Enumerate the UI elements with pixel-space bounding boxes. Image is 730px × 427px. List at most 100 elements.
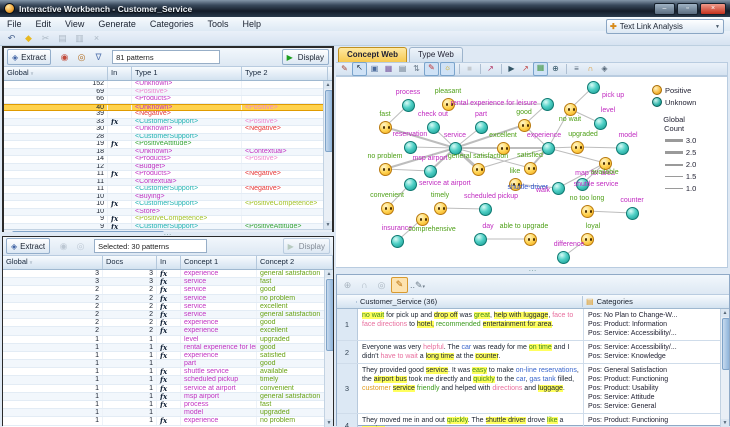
- table-row[interactable]: 10<Buying>: [4, 194, 332, 202]
- tab-type-web[interactable]: Type Web: [409, 47, 463, 62]
- close-button[interactable]: ×: [700, 3, 726, 15]
- concept-web-canvas[interactable]: PositiveUnknown Global Count 3.02.52.01.…: [336, 76, 728, 268]
- edit-mode-icon[interactable]: ✎: [338, 63, 351, 75]
- column-header-type-1[interactable]: Type 1: [132, 67, 242, 80]
- menu-categories[interactable]: Categories: [143, 17, 201, 31]
- scroll-thumb[interactable]: [325, 90, 332, 152]
- web-node-good[interactable]: [518, 119, 531, 132]
- web-node-able-upgrade[interactable]: [524, 233, 537, 246]
- scroll-up-arrow[interactable]: ▲: [324, 81, 332, 89]
- document-row[interactable]: 1no wait for pick up and drop off was gr…: [337, 309, 729, 341]
- web-node-service-airport[interactable]: [404, 178, 417, 191]
- column-header-docs[interactable]: Docs: [103, 256, 157, 269]
- web-node-satisfied[interactable]: [524, 162, 537, 175]
- extract-button[interactable]: ◈ Extract: [6, 238, 50, 254]
- web-node-process[interactable]: [402, 99, 415, 112]
- tab-concept-web[interactable]: Concept Web: [338, 47, 407, 62]
- web-node-gen-sat[interactable]: [472, 163, 485, 176]
- table-row[interactable]: 152<Unknown>: [4, 81, 332, 89]
- table-row[interactable]: 11modelupgraded: [3, 409, 333, 417]
- web-node-model[interactable]: [616, 142, 629, 155]
- document-row[interactable]: 2Everyone was very helpful. The car was …: [337, 341, 729, 364]
- web-node-upgraded[interactable]: [571, 141, 584, 154]
- table-row[interactable]: 11fxexperiencesatisfied: [3, 352, 333, 360]
- table-row[interactable]: 22fxservicegeneral satisfaction: [3, 311, 333, 319]
- menu-help[interactable]: Help: [235, 17, 268, 31]
- filter-play-icon[interactable]: ▶: [505, 63, 518, 75]
- web-node-counter[interactable]: [626, 207, 639, 220]
- document-row[interactable]: 3They provided good service. It was easy…: [337, 364, 729, 414]
- web-node-shuttle-driver[interactable]: [552, 182, 565, 195]
- add-item-icon[interactable]: ▦: [382, 63, 395, 75]
- alarm-icon[interactable]: ∩: [584, 63, 597, 75]
- table-row[interactable]: 22fxexperienceexcellent: [3, 327, 333, 335]
- doc-column-header[interactable]: Customer_Service (36): [357, 296, 583, 307]
- table-row[interactable]: 14<Products><Positive>: [4, 156, 332, 164]
- scroll-thumb[interactable]: [326, 279, 333, 351]
- table-row[interactable]: 11fxshuttle serviceavailable: [3, 368, 333, 376]
- web-node-rental-exp[interactable]: [541, 98, 554, 111]
- vertical-scrollbar[interactable]: ▲▼: [324, 270, 333, 427]
- column-header-in[interactable]: In: [108, 67, 132, 80]
- table-row[interactable]: 40<Unknown><Positive>: [4, 104, 332, 112]
- highlight-dropdown-icon[interactable]: ..✎▾: [410, 278, 425, 292]
- table-row[interactable]: 11partgood: [3, 360, 333, 368]
- web-node-fast[interactable]: [379, 121, 392, 134]
- filter-icon[interactable]: ∇: [91, 51, 106, 64]
- text-link-analysis-selector[interactable]: ✚ Text Link Analysis ▼: [606, 19, 724, 34]
- table-row[interactable]: 66<Products>: [4, 96, 332, 104]
- table-row[interactable]: 33fxexperiencegeneral satisfaction: [3, 270, 333, 278]
- table-row[interactable]: 11fxscheduled pickuptimely: [3, 376, 333, 384]
- binoculars-icon[interactable]: ◎: [74, 51, 89, 64]
- column-header-concept-2[interactable]: Concept 2: [257, 256, 333, 269]
- scroll-thumb[interactable]: [722, 318, 729, 370]
- scale-icon[interactable]: ⇅: [410, 63, 423, 75]
- list-icon[interactable]: ≡: [570, 63, 583, 75]
- table-row[interactable]: 33fxservicefast: [3, 278, 333, 286]
- table-row[interactable]: 69<Positive>: [4, 89, 332, 97]
- menu-view[interactable]: View: [58, 17, 91, 31]
- web-node-experience[interactable]: [542, 142, 555, 155]
- grid-colors-icon[interactable]: ▦: [533, 62, 548, 76]
- web-node-no-too-long[interactable]: [581, 205, 594, 218]
- table-row[interactable]: 10<Store>: [4, 209, 332, 217]
- web-node-difference[interactable]: [557, 251, 570, 264]
- select-mode-icon[interactable]: ↖: [352, 62, 367, 76]
- patterns-count-field[interactable]: [112, 50, 220, 64]
- table-row[interactable]: 22fxserviceno problem: [3, 295, 333, 303]
- display-button[interactable]: ▶ Display: [282, 49, 329, 65]
- table-row[interactable]: 10fx<CustomerSupport><PositiveCompetence…: [4, 201, 332, 209]
- web-node-level[interactable]: [594, 117, 607, 130]
- table-row[interactable]: 22fxservicegood: [3, 286, 333, 294]
- table-row[interactable]: 11fxservice at airportconvenient: [3, 385, 333, 393]
- center-icon[interactable]: ⊕: [549, 63, 562, 75]
- table-row[interactable]: 30<Unknown><Negative>: [4, 126, 332, 134]
- vertical-scrollbar[interactable]: ▲▼: [323, 81, 332, 229]
- table-row[interactable]: 11fxmsp airportgeneral satisfaction: [3, 393, 333, 401]
- edit-concept-icon[interactable]: ✎: [391, 277, 408, 293]
- maximize-button[interactable]: ▫: [677, 3, 698, 15]
- undo-icon[interactable]: ↶: [4, 32, 19, 45]
- link-expand-icon[interactable]: ↗: [519, 63, 532, 75]
- document-row[interactable]: 4They moved me in and out quickly. The s…: [337, 414, 729, 427]
- web-node-no-problem[interactable]: [379, 163, 392, 176]
- table-row[interactable]: 9fx<PositiveCompetence>: [4, 216, 332, 224]
- flag-icon[interactable]: ◉: [57, 51, 72, 64]
- web-node-day[interactable]: [474, 233, 487, 246]
- scroll-up-arrow[interactable]: ▲: [325, 270, 333, 278]
- table-row[interactable]: 11fxprocessfast: [3, 401, 333, 409]
- web-node-sched-pickup[interactable]: [479, 203, 492, 216]
- web-node-no-wait[interactable]: [564, 103, 577, 116]
- diamond-icon[interactable]: ◈: [598, 63, 611, 75]
- web-node-reservation[interactable]: [404, 141, 417, 154]
- table-row[interactable]: 22fxexperiencegood: [3, 319, 333, 327]
- menu-tools[interactable]: Tools: [200, 17, 235, 31]
- web-node-msp-airport[interactable]: [424, 165, 437, 178]
- extract-button[interactable]: ◈ Extract: [7, 49, 51, 65]
- table-row[interactable]: 11fx<Products><Negative>: [4, 171, 332, 179]
- table-row[interactable]: 12<Budget>: [4, 164, 332, 172]
- table-row[interactable]: 11<Contextual>: [4, 179, 332, 187]
- add-group-icon[interactable]: ▣: [368, 63, 381, 75]
- table-row[interactable]: 22fxserviceexcellent: [3, 303, 333, 311]
- column-header-global[interactable]: Global▿: [3, 256, 103, 269]
